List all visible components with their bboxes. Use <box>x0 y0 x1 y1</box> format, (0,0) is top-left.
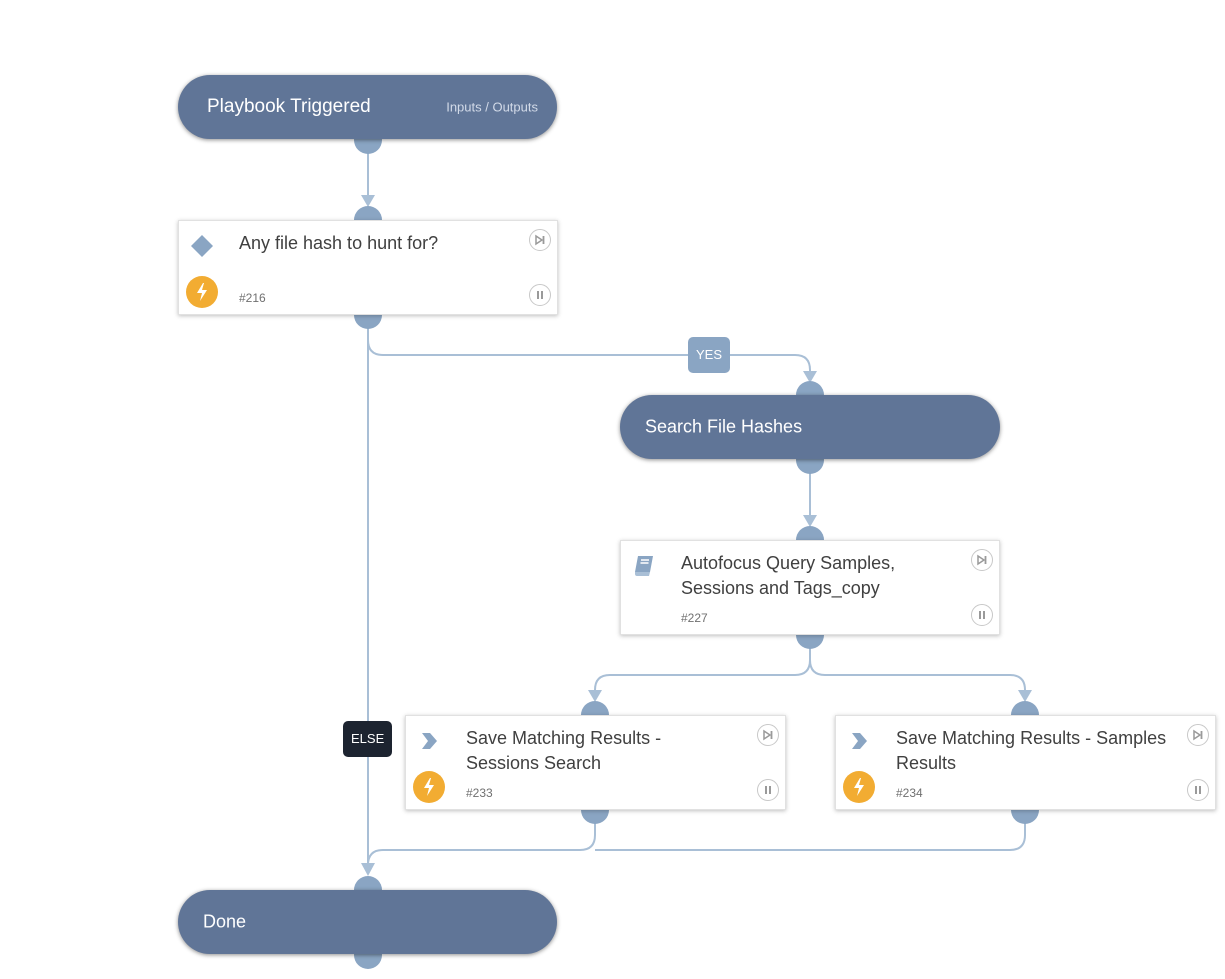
lightning-icon <box>843 771 875 803</box>
task-id: #233 <box>466 786 493 800</box>
pause-icon[interactable] <box>1187 779 1209 801</box>
section-title: Search File Hashes <box>645 416 803 437</box>
edge-234-to-done <box>595 820 1026 851</box>
edge-227-to-233 <box>594 645 811 695</box>
search-file-hashes-section[interactable]: Search File Hashes <box>620 395 1000 459</box>
done-node[interactable]: Done <box>178 890 557 954</box>
skip-icon[interactable] <box>529 229 551 251</box>
edge-227-to-234 <box>809 645 1026 695</box>
pause-icon[interactable] <box>971 604 993 626</box>
skip-icon[interactable] <box>971 549 993 571</box>
pause-icon[interactable] <box>529 284 551 306</box>
playbook-canvas[interactable]: Playbook Triggered Inputs / Outputs Any … <box>0 0 1225 979</box>
task-name: Save Matching Results - Samples Results <box>896 728 1167 773</box>
skip-icon[interactable] <box>1187 724 1209 746</box>
skip-icon[interactable] <box>757 724 779 746</box>
edge-yes-to-search <box>367 325 811 378</box>
node-title: Done <box>203 911 247 932</box>
lightning-icon <box>413 771 445 803</box>
diamond-icon <box>189 235 215 257</box>
inputs-outputs-link[interactable]: Inputs / Outputs <box>446 100 538 115</box>
book-icon <box>631 555 657 577</box>
task-id: #234 <box>896 786 923 800</box>
task-name: Autofocus Query Samples, Sessions and Ta… <box>681 553 896 598</box>
task-name: Any file hash to hunt for? <box>239 233 439 253</box>
yes-branch-label[interactable]: YES <box>688 337 731 373</box>
task-233[interactable]: Save Matching Results - Sessions Search … <box>405 715 786 810</box>
lightning-icon <box>186 276 218 308</box>
playbook-triggered-node[interactable]: Playbook Triggered Inputs / Outputs <box>178 75 557 139</box>
task-id: #227 <box>681 611 708 625</box>
edge-233-to-done <box>367 820 596 866</box>
task-234[interactable]: Save Matching Results - Samples Results … <box>835 715 1216 810</box>
else-branch-label[interactable]: ELSE <box>343 721 393 757</box>
task-id: #216 <box>239 291 266 305</box>
node-title: Playbook Triggered <box>207 96 371 117</box>
condition-task-216[interactable]: Any file hash to hunt for? #216 <box>178 220 558 315</box>
task-name: Save Matching Results - Sessions Search <box>466 728 662 773</box>
chevron-right-icon <box>416 730 442 752</box>
pause-icon[interactable] <box>757 779 779 801</box>
chevron-right-icon <box>846 730 872 752</box>
edges-layer <box>361 150 1032 876</box>
subplaybook-task-227[interactable]: Autofocus Query Samples, Sessions and Ta… <box>620 540 1000 635</box>
